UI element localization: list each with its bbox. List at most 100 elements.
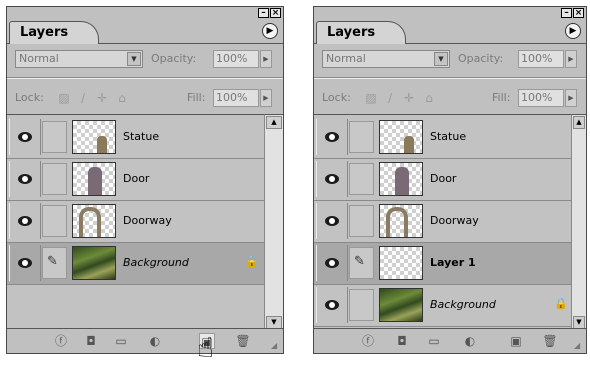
layer-name: Door (430, 172, 457, 185)
lock-transparency-icon[interactable]: ▨ (364, 92, 378, 104)
close-icon[interactable]: × (270, 8, 281, 18)
visibility-toggle[interactable] (9, 119, 41, 155)
eye-visibility-icon (18, 258, 32, 268)
add-mask-icon[interactable]: ◘ (394, 333, 410, 349)
eye-visibility-icon (325, 300, 339, 310)
layer-row-doorway[interactable]: Doorway (7, 201, 265, 243)
panel-bottom-bar: ⓕ ◘ ▭ ◐ ▣ 🗑 ◢ (314, 328, 586, 353)
visibility-toggle[interactable] (316, 245, 348, 281)
layer-name: Background (430, 298, 496, 311)
panel-menu-arrow-icon[interactable]: ▶ (262, 23, 278, 39)
add-mask-icon[interactable]: ◘ (83, 333, 99, 349)
link-cell[interactable]: ✎ (349, 247, 374, 279)
minimize-icon[interactable]: – (258, 8, 269, 18)
new-set-folder-icon[interactable]: ▭ (426, 333, 442, 349)
statue-thumbnail (379, 120, 423, 154)
tab-layers[interactable]: Layers (316, 21, 407, 44)
link-cell[interactable] (42, 205, 67, 237)
paintbrush-icon: ✎ (354, 254, 365, 269)
visibility-toggle[interactable] (9, 245, 41, 281)
door-thumbnail (379, 162, 423, 196)
lock-paint-brush-icon[interactable]: ∕ (76, 92, 90, 104)
layer-row-door[interactable]: Door (314, 159, 572, 201)
fill-slider-arrow-icon[interactable]: ▶ (565, 89, 577, 107)
link-cell[interactable] (349, 163, 374, 195)
layer-name: Doorway (123, 214, 172, 227)
panel-bottom-bar: ⓕ ◘ ▭ ◐ ▣ 🗑 ◢ (7, 328, 283, 353)
padlock-icon: 🔒 (245, 255, 259, 268)
link-cell[interactable] (349, 289, 374, 321)
lock-move-icon[interactable]: ✛ (402, 92, 416, 104)
adjustment-layer-icon[interactable]: ◐ (462, 333, 478, 349)
layer-name: Statue (123, 130, 160, 143)
layers-list: Statue Door Doorway ✎ Layer 1 Background… (314, 114, 572, 330)
layer-row-statue[interactable]: Statue (7, 117, 265, 159)
visibility-toggle[interactable] (316, 287, 348, 323)
resize-grip-icon[interactable]: ◢ (574, 341, 584, 351)
fill-label: Fill: (187, 91, 206, 104)
layer-row-layer-1[interactable]: ✎ Layer 1 (314, 243, 572, 285)
eye-visibility-icon (18, 216, 32, 226)
layers-scrollbar[interactable]: ▲ ▼ (571, 114, 586, 330)
scroll-up-icon[interactable]: ▲ (573, 116, 585, 129)
chevron-down-icon: ▼ (434, 52, 448, 66)
layer-row-background[interactable]: Background 🔒 (314, 285, 572, 327)
lock-all-icon[interactable]: ⌂ (115, 92, 129, 104)
link-cell[interactable] (349, 121, 374, 153)
layer-row-door[interactable]: Door (7, 159, 265, 201)
visibility-toggle[interactable] (9, 161, 41, 197)
visibility-toggle[interactable] (9, 203, 41, 239)
layer-name: Door (123, 172, 150, 185)
fill-field[interactable]: 100% (518, 89, 564, 107)
link-cell[interactable] (42, 121, 67, 153)
link-cell[interactable] (349, 205, 374, 237)
adjustment-layer-icon[interactable]: ◐ (147, 333, 163, 349)
blend-mode-select[interactable]: Normal ▼ (15, 50, 143, 68)
trash-icon[interactable]: 🗑 (542, 333, 558, 349)
opacity-slider-arrow-icon[interactable]: ▶ (260, 50, 272, 68)
eye-visibility-icon (325, 132, 339, 142)
opacity-field[interactable]: 100% (518, 50, 564, 68)
fill-field[interactable]: 100% (213, 89, 259, 107)
opacity-label: Opacity: (151, 52, 197, 65)
layers-list: Statue Door Doorway ✎ Background 🔒 (7, 114, 265, 330)
blend-row: Normal ▼ Opacity: 100% ▶ (7, 47, 283, 71)
minimize-icon[interactable]: – (561, 8, 572, 18)
lock-move-icon[interactable]: ✛ (95, 92, 109, 104)
lock-label: Lock: (322, 91, 351, 104)
panel-menu-arrow-icon[interactable]: ▶ (565, 23, 581, 39)
tab-layers[interactable]: Layers (9, 21, 100, 44)
layer-name: Statue (430, 130, 467, 143)
layers-scrollbar[interactable]: ▲ ▼ (264, 114, 283, 330)
layer-style-icon[interactable]: ⓕ (360, 333, 376, 349)
layer-style-icon[interactable]: ⓕ (53, 333, 69, 349)
trash-icon[interactable]: 🗑 (235, 333, 251, 349)
scroll-up-icon[interactable]: ▲ (266, 116, 282, 129)
resize-grip-icon[interactable]: ◢ (271, 341, 281, 351)
lock-all-icon[interactable]: ⌂ (422, 92, 436, 104)
divider (7, 77, 283, 79)
link-cell[interactable]: ✎ (42, 247, 67, 279)
blend-mode-select[interactable]: Normal ▼ (322, 50, 450, 68)
fill-slider-arrow-icon[interactable]: ▶ (260, 89, 272, 107)
visibility-toggle[interactable] (316, 161, 348, 197)
layer-row-statue[interactable]: Statue (314, 117, 572, 159)
blend-row: Normal ▼ Opacity: 100% ▶ (314, 47, 586, 71)
lock-paint-brush-icon[interactable]: ∕ (383, 92, 397, 104)
background-thumbnail (379, 288, 423, 322)
close-icon[interactable]: × (573, 8, 584, 18)
blend-mode-value: Normal (326, 52, 366, 65)
link-cell[interactable] (42, 163, 67, 195)
visibility-toggle[interactable] (316, 203, 348, 239)
chevron-down-icon: ▼ (127, 52, 141, 66)
layer-row-doorway[interactable]: Doorway (314, 201, 572, 243)
opacity-slider-arrow-icon[interactable]: ▶ (565, 50, 577, 68)
layer-row-background[interactable]: ✎ Background 🔒 (7, 243, 265, 285)
opacity-field[interactable]: 100% (213, 50, 259, 68)
new-layer-icon[interactable]: ▣ (508, 333, 524, 349)
eye-visibility-icon (325, 258, 339, 268)
panel-titlebar: – × (314, 7, 586, 19)
visibility-toggle[interactable] (316, 119, 348, 155)
lock-transparency-icon[interactable]: ▨ (57, 92, 71, 104)
new-set-folder-icon[interactable]: ▭ (113, 333, 129, 349)
